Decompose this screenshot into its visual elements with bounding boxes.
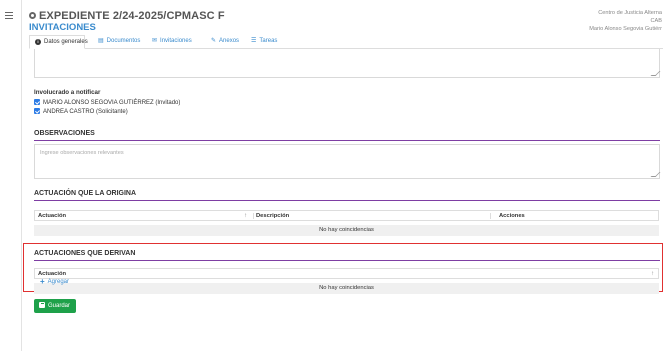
tab-datos-generales[interactable]: i Datos generales xyxy=(29,35,88,49)
checkbox-label: MARIO ALONSO SEGOVIA GUTIÉRREZ (Invitado… xyxy=(43,100,181,106)
tab-label: Anexos xyxy=(219,38,240,44)
tab-anexos[interactable]: ✎ Anexos xyxy=(211,35,239,49)
tab-label: Invitaciones xyxy=(160,38,192,44)
resize-handle-icon[interactable] xyxy=(650,172,661,177)
resize-handle-icon[interactable] xyxy=(650,71,661,76)
list-icon: ☰ xyxy=(251,38,257,44)
section-divider xyxy=(34,260,660,261)
derivan-table-header: Actuación ↑ xyxy=(34,268,659,279)
tab-label: Datos generales xyxy=(44,39,88,45)
section-divider xyxy=(34,200,660,201)
tab-label: Documentos xyxy=(106,38,141,44)
sort-arrow-icon[interactable]: ↑ xyxy=(244,211,247,221)
info-circle-icon: i xyxy=(35,39,41,45)
org-name: Centro de Justicia Alterna xyxy=(598,10,662,16)
tabs-bar: i Datos generales ▤ Documentos ✉ Invitacion… xyxy=(29,35,663,49)
column-separator xyxy=(253,213,254,219)
tab-invitaciones[interactable]: ✉ Invitaciones xyxy=(152,35,192,49)
tab-tareas[interactable]: ☰ Tareas xyxy=(251,35,277,49)
plus-icon: + xyxy=(40,277,45,286)
observaciones-title: OBSERVACIONES xyxy=(34,130,95,137)
derivan-empty-row: No hay coincidencias xyxy=(34,283,659,294)
column-separator xyxy=(490,213,491,219)
page-subtitle: INVITACIONES xyxy=(29,22,96,33)
save-label: Guardar xyxy=(48,303,71,309)
tab-documentos[interactable]: ▤ Documentos xyxy=(98,35,140,49)
message-textarea[interactable] xyxy=(34,49,661,78)
menu-toggle-icon[interactable] xyxy=(5,12,13,19)
origina-title: ACTUACIÓN QUE LA ORIGINA xyxy=(34,190,137,197)
checkbox-checked-icon[interactable] xyxy=(34,99,40,105)
observaciones-textarea[interactable]: Ingrese observaciones relevantes xyxy=(34,144,661,179)
document-icon: ▤ xyxy=(98,38,104,44)
sort-arrow-icon[interactable]: ↑ xyxy=(651,269,654,279)
status-dot-icon xyxy=(29,12,36,19)
checkbox-label: ANDREA CASTRO (Solicitante) xyxy=(43,109,128,115)
user-name: Mario Alonso Segovia Gutiérr xyxy=(589,26,662,32)
org-code: CAB xyxy=(650,18,662,24)
involved-checkbox-andrea[interactable]: ANDREA CASTRO (Solicitante) xyxy=(34,108,128,115)
page-title-text: EXPEDIENTE 2/24-2025/CPMASC F xyxy=(39,10,225,22)
derivan-title: ACTUACIONES QUE DERIVAN xyxy=(34,250,136,257)
add-label: Agregar xyxy=(47,279,70,285)
checkbox-checked-icon[interactable] xyxy=(34,108,40,114)
org-info: Centro de Justicia Alterna CAB Mario Alo… xyxy=(589,9,662,33)
page-title: EXPEDIENTE 2/24-2025/CPMASC F xyxy=(29,10,225,22)
envelope-icon: ✉ xyxy=(152,38,158,44)
origina-empty-row: No hay coincidencias xyxy=(34,225,659,236)
tab-label: Tareas xyxy=(259,38,278,44)
sidebar-divider xyxy=(21,0,22,351)
add-actuacion-link[interactable]: + Agregar xyxy=(40,277,69,286)
save-button[interactable]: Guardar xyxy=(34,299,76,313)
floppy-disk-icon xyxy=(39,302,45,308)
column-header-descripcion[interactable]: Descripción xyxy=(256,211,289,221)
involved-checkbox-mario[interactable]: MARIO ALONSO SEGOVIA GUTIÉRREZ (Invitado… xyxy=(34,99,180,106)
section-divider xyxy=(34,140,660,141)
column-header-acciones: Acciones xyxy=(499,213,525,219)
involved-title: Involucrado a notificar xyxy=(34,89,101,96)
column-header-actuacion[interactable]: Actuación xyxy=(38,211,66,221)
observaciones-placeholder: Ingrese observaciones relevantes xyxy=(40,150,124,156)
origina-table-header: Actuación ↑ Descripción Acciones xyxy=(34,210,659,221)
paperclip-icon: ✎ xyxy=(211,38,217,44)
